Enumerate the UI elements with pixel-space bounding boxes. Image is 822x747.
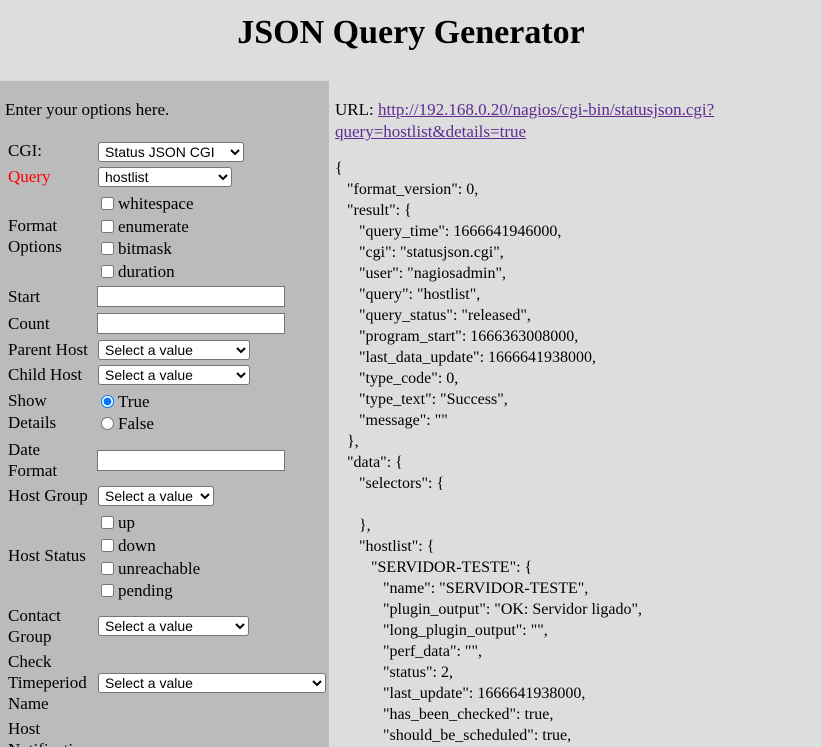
- unreachable-checkbox[interactable]: [101, 562, 114, 575]
- url-label: URL:: [335, 100, 374, 119]
- json-line: "query": "hostlist",: [335, 286, 481, 303]
- start-input[interactable]: [97, 286, 285, 307]
- json-line: "has_been_checked": true,: [335, 706, 554, 723]
- child-host-select[interactable]: Select a value: [98, 365, 250, 385]
- show-details-true-radio[interactable]: [101, 395, 114, 408]
- format-option-duration: duration: [101, 261, 175, 282]
- json-line: "should_be_scheduled": true,: [335, 727, 572, 744]
- enumerate-label: enumerate: [118, 217, 189, 236]
- host-status-label: Host Status: [8, 546, 86, 565]
- query-url-link[interactable]: http://192.168.0.20/nagios/cgi-bin/statu…: [335, 100, 714, 141]
- json-line: "plugin_output": "OK: Servidor ligado",: [335, 601, 642, 618]
- pending-label: pending: [118, 581, 173, 600]
- down-label: down: [118, 536, 156, 555]
- date-format-label-line2: Format: [8, 461, 58, 480]
- query-select[interactable]: hostlist: [98, 167, 232, 187]
- json-line: "last_data_update": 1666641938000,: [335, 349, 597, 366]
- host-status-pending-option: pending: [101, 580, 173, 601]
- enumerate-checkbox[interactable]: [101, 220, 114, 233]
- json-line: "long_plugin_output": "",: [335, 622, 548, 639]
- host-group-label: Host Group: [8, 486, 88, 505]
- query-label: Query: [8, 167, 51, 186]
- count-input[interactable]: [97, 313, 285, 334]
- whitespace-label: whitespace: [118, 194, 194, 213]
- json-line: "type_code": 0,: [335, 370, 459, 387]
- host-status-unreachable-option: unreachable: [101, 558, 200, 579]
- json-line: "format_version": 0,: [335, 181, 479, 198]
- json-line: "query_time": 1666641946000,: [335, 223, 562, 240]
- page-title: JSON Query Generator: [237, 14, 585, 51]
- json-line: "perf_data": "",: [335, 643, 482, 660]
- date-format-label-line1: Date: [8, 440, 41, 459]
- check-timeperiod-select[interactable]: Select a value: [98, 673, 326, 693]
- count-label: Count: [8, 314, 50, 333]
- json-line: "query_status": "released",: [335, 307, 531, 324]
- json-line: "program_start": 1666363008000,: [335, 328, 579, 345]
- pending-checkbox[interactable]: [101, 584, 114, 597]
- child-host-label: Child Host: [8, 365, 83, 384]
- json-line: "message": "": [335, 412, 448, 429]
- host-notification-label-line2: Notification: [8, 739, 90, 747]
- json-line: "cgi": "statusjson.cgi",: [335, 244, 504, 261]
- json-line: "selectors": {: [335, 475, 445, 492]
- up-label: up: [118, 513, 135, 532]
- date-format-input[interactable]: [97, 450, 285, 471]
- json-line: "SERVIDOR-TESTE": {: [335, 559, 533, 576]
- cgi-label: CGI:: [8, 141, 42, 160]
- json-line: "name": "SERVIDOR-TESTE",: [335, 580, 589, 597]
- output-panel: URL: http://192.168.0.20/nagios/cgi-bin/…: [329, 81, 822, 747]
- json-line: },: [335, 517, 371, 534]
- json-line: "last_update": 1666641938000,: [335, 685, 586, 702]
- show-details-true-label: True: [118, 392, 150, 411]
- show-details-false-label: False: [118, 414, 154, 433]
- format-option-bitmask: bitmask: [101, 238, 172, 259]
- url-line: URL: http://192.168.0.20/nagios/cgi-bin/…: [335, 99, 765, 143]
- down-checkbox[interactable]: [101, 539, 114, 552]
- bitmask-label: bitmask: [118, 239, 172, 258]
- json-line: "status": 2,: [335, 664, 453, 681]
- options-panel: Enter your options here. CGI: Status JSO…: [0, 81, 329, 747]
- show-details-label-line1: Show: [8, 391, 47, 410]
- host-notification-label-line1: Host: [8, 719, 41, 738]
- json-line: {: [335, 160, 343, 177]
- json-line: },: [335, 433, 359, 450]
- show-details-false-radio[interactable]: [101, 417, 114, 430]
- check-timeperiod-label-line1: Check: [8, 652, 52, 671]
- parent-host-label: Parent Host: [8, 340, 88, 359]
- json-line: "result": {: [335, 202, 412, 219]
- check-timeperiod-label-line2: Timeperiod: [8, 673, 87, 692]
- cgi-select[interactable]: Status JSON CGI: [98, 142, 244, 162]
- up-checkbox[interactable]: [101, 516, 114, 529]
- show-details-true-option: True: [101, 391, 150, 412]
- format-option-enumerate: enumerate: [101, 216, 189, 237]
- start-label: Start: [8, 287, 41, 306]
- json-line: "hostlist": {: [335, 538, 435, 555]
- host-status-up-option: up: [101, 512, 135, 533]
- contact-group-label-line1: Contact: [8, 606, 61, 625]
- json-line: "user": "nagiosadmin",: [335, 265, 506, 282]
- bitmask-checkbox[interactable]: [101, 242, 114, 255]
- show-details-false-option: False: [101, 413, 154, 434]
- json-line: [335, 494, 642, 515]
- json-line: "data": {: [335, 454, 403, 471]
- duration-label: duration: [118, 262, 175, 281]
- whitespace-checkbox[interactable]: [101, 197, 114, 210]
- format-label-line2: Options: [8, 237, 62, 256]
- format-label-line1: Format: [8, 216, 58, 235]
- unreachable-label: unreachable: [118, 559, 201, 578]
- show-details-label-line2: Details: [8, 413, 57, 432]
- check-timeperiod-label-line3: Name: [8, 694, 49, 713]
- intro-text: Enter your options here.: [5, 100, 170, 119]
- format-option-whitespace: whitespace: [101, 193, 194, 214]
- json-line: "type_text": "Success",: [335, 391, 508, 408]
- contact-group-label-line2: Group: [8, 627, 52, 646]
- json-output: { "format_version": 0, "result": { "quer…: [335, 158, 642, 746]
- duration-checkbox[interactable]: [101, 265, 114, 278]
- host-group-select[interactable]: Select a value: [98, 486, 214, 506]
- parent-host-select[interactable]: Select a value: [98, 340, 250, 360]
- host-status-down-option: down: [101, 535, 156, 556]
- contact-group-select[interactable]: Select a value: [98, 616, 249, 636]
